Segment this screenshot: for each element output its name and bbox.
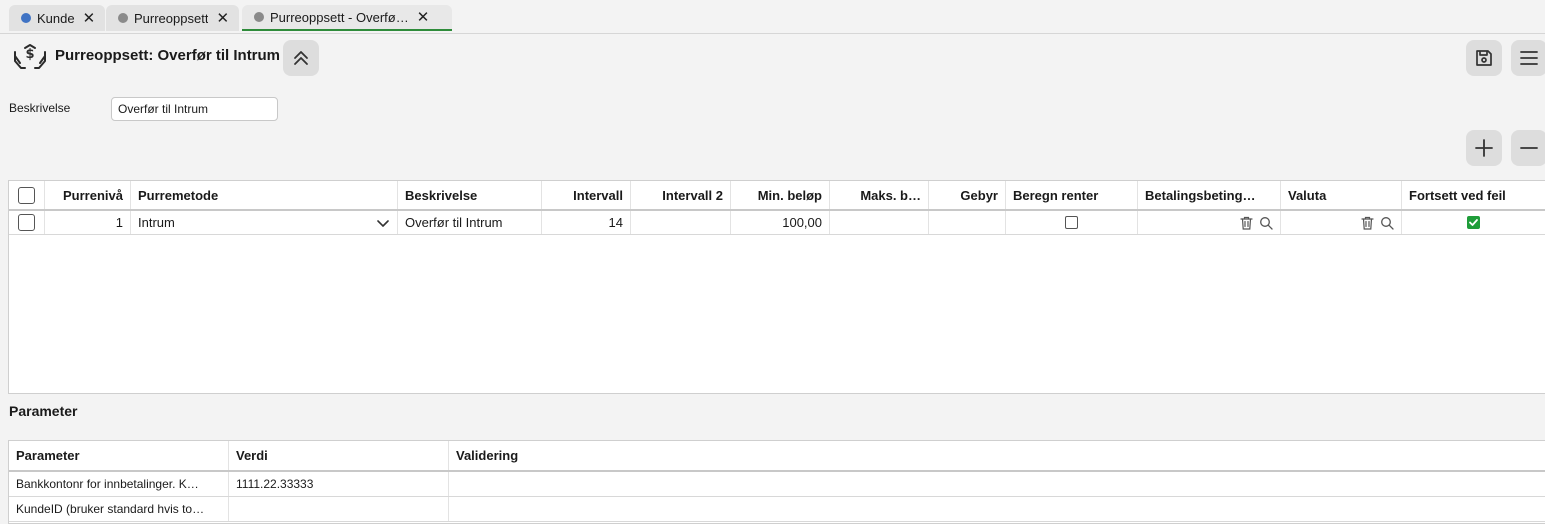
tab-purreoppsett-overfor[interactable]: Purreoppsett - Overfø… ✕ — [242, 5, 452, 31]
trash-icon[interactable] — [1240, 216, 1253, 230]
row-select-checkbox[interactable] — [18, 214, 35, 231]
col-gebyr[interactable]: Gebyr — [929, 181, 1006, 209]
col-betalingsbetingelse[interactable]: Betalingsbeting… — [1138, 181, 1281, 209]
table-row[interactable]: 1 Intrum Overfør til Intrum 14 100,00 — [9, 211, 1545, 235]
col-intervall[interactable]: Intervall — [542, 181, 631, 209]
cell-intervall[interactable]: 14 — [542, 211, 631, 234]
table-row[interactable]: KundeID (bruker standard hvis to… — [9, 497, 1545, 522]
cell-purreniva[interactable]: 1 — [45, 211, 131, 234]
col-min-belop[interactable]: Min. beløp — [731, 181, 830, 209]
status-dot — [118, 13, 128, 23]
col-purreniva[interactable]: Purrenivå — [45, 181, 131, 209]
calc-interest-checkbox[interactable] — [1065, 216, 1078, 229]
cell-validering — [449, 472, 1545, 496]
double-chevron-up-icon — [294, 51, 308, 65]
col-parameter[interactable]: Parameter — [9, 441, 229, 470]
dunning-levels-grid: Purrenivå Purremetode Beskrivelse Interv… — [8, 180, 1545, 394]
trash-icon[interactable] — [1361, 216, 1374, 230]
row-select-cell — [9, 211, 45, 234]
col-purremetode[interactable]: Purremetode — [131, 181, 398, 209]
col-beregn-renter[interactable]: Beregn renter — [1006, 181, 1138, 209]
collapse-header-button[interactable] — [283, 40, 319, 76]
parameter-section-title: Parameter — [9, 403, 78, 419]
menu-button[interactable] — [1511, 40, 1545, 76]
col-maks-belop[interactable]: Maks. b… — [830, 181, 929, 209]
cell-verdi[interactable] — [229, 497, 449, 521]
purremetode-value: Intrum — [138, 215, 175, 230]
col-fortsett-ved-feil[interactable]: Fortsett ved feil — [1402, 181, 1545, 209]
status-dot — [254, 12, 264, 22]
checkmark-icon — [1469, 219, 1478, 226]
col-intervall-2[interactable]: Intervall 2 — [631, 181, 731, 209]
cell-parameter[interactable]: KundeID (bruker standard hvis to… — [9, 497, 229, 521]
save-icon — [1476, 50, 1492, 66]
plus-icon — [1475, 139, 1493, 157]
parameter-grid: Parameter Verdi Validering Bankkontonr f… — [8, 440, 1545, 524]
parameter-grid-header: Parameter Verdi Validering — [9, 441, 1545, 472]
svg-text:$: $ — [25, 47, 34, 62]
tab-label: Purreoppsett - Overfø… — [270, 9, 409, 25]
cell-intervall-2[interactable] — [631, 211, 731, 234]
tab-label: Purreoppsett — [134, 10, 209, 26]
remove-row-button[interactable] — [1511, 130, 1545, 166]
cell-fortsett-ved-feil — [1402, 211, 1545, 234]
chevron-down-icon[interactable] — [376, 216, 390, 230]
table-row[interactable]: Bankkontonr for innbetalinger. K… 1111.2… — [9, 472, 1545, 497]
save-button[interactable] — [1466, 40, 1502, 76]
col-verdi[interactable]: Verdi — [229, 441, 449, 470]
description-field[interactable] — [111, 97, 278, 121]
search-icon[interactable] — [1380, 216, 1394, 230]
cell-beregn-renter — [1006, 211, 1138, 234]
description-label: Beskrivelse — [9, 101, 71, 115]
add-row-button[interactable] — [1466, 130, 1502, 166]
cell-betalingsbetingelse[interactable] — [1138, 211, 1281, 234]
grid-header: Purrenivå Purremetode Beskrivelse Interv… — [9, 181, 1545, 211]
search-icon[interactable] — [1259, 216, 1273, 230]
cell-beskrivelse[interactable]: Overfør til Intrum — [398, 211, 542, 234]
select-all-cell — [9, 181, 45, 209]
minus-icon — [1520, 147, 1538, 149]
hands-money-icon: $ — [12, 43, 48, 71]
cell-gebyr[interactable] — [929, 211, 1006, 234]
tab-purreoppsett[interactable]: Purreoppsett ✕ — [106, 5, 239, 31]
col-validering[interactable]: Validering — [449, 441, 1545, 470]
status-dot — [21, 13, 31, 23]
cell-parameter[interactable]: Bankkontonr for innbetalinger. K… — [9, 472, 229, 496]
close-icon[interactable]: ✕ — [417, 10, 430, 25]
close-icon[interactable]: ✕ — [83, 11, 96, 26]
close-icon[interactable]: ✕ — [216, 11, 229, 26]
hamburger-menu-icon — [1520, 51, 1538, 65]
tab-bar: Kunde ✕ Purreoppsett ✕ Purreoppsett - Ov… — [0, 0, 1545, 34]
page-title: Purreoppsett: Overfør til Intrum — [55, 47, 281, 64]
cell-min-belop[interactable]: 100,00 — [731, 211, 830, 234]
col-beskrivelse[interactable]: Beskrivelse — [398, 181, 542, 209]
cell-maks-belop[interactable] — [830, 211, 929, 234]
tab-kunde[interactable]: Kunde ✕ — [9, 5, 105, 31]
select-all-checkbox[interactable] — [18, 186, 35, 204]
cell-verdi[interactable]: 1111.22.33333 — [229, 472, 449, 496]
continue-on-error-checkbox[interactable] — [1467, 216, 1480, 229]
cell-purremetode[interactable]: Intrum — [131, 211, 398, 234]
col-valuta[interactable]: Valuta — [1281, 181, 1402, 209]
cell-validering — [449, 497, 1545, 521]
cell-valuta[interactable] — [1281, 211, 1402, 234]
tab-label: Kunde — [37, 10, 75, 26]
